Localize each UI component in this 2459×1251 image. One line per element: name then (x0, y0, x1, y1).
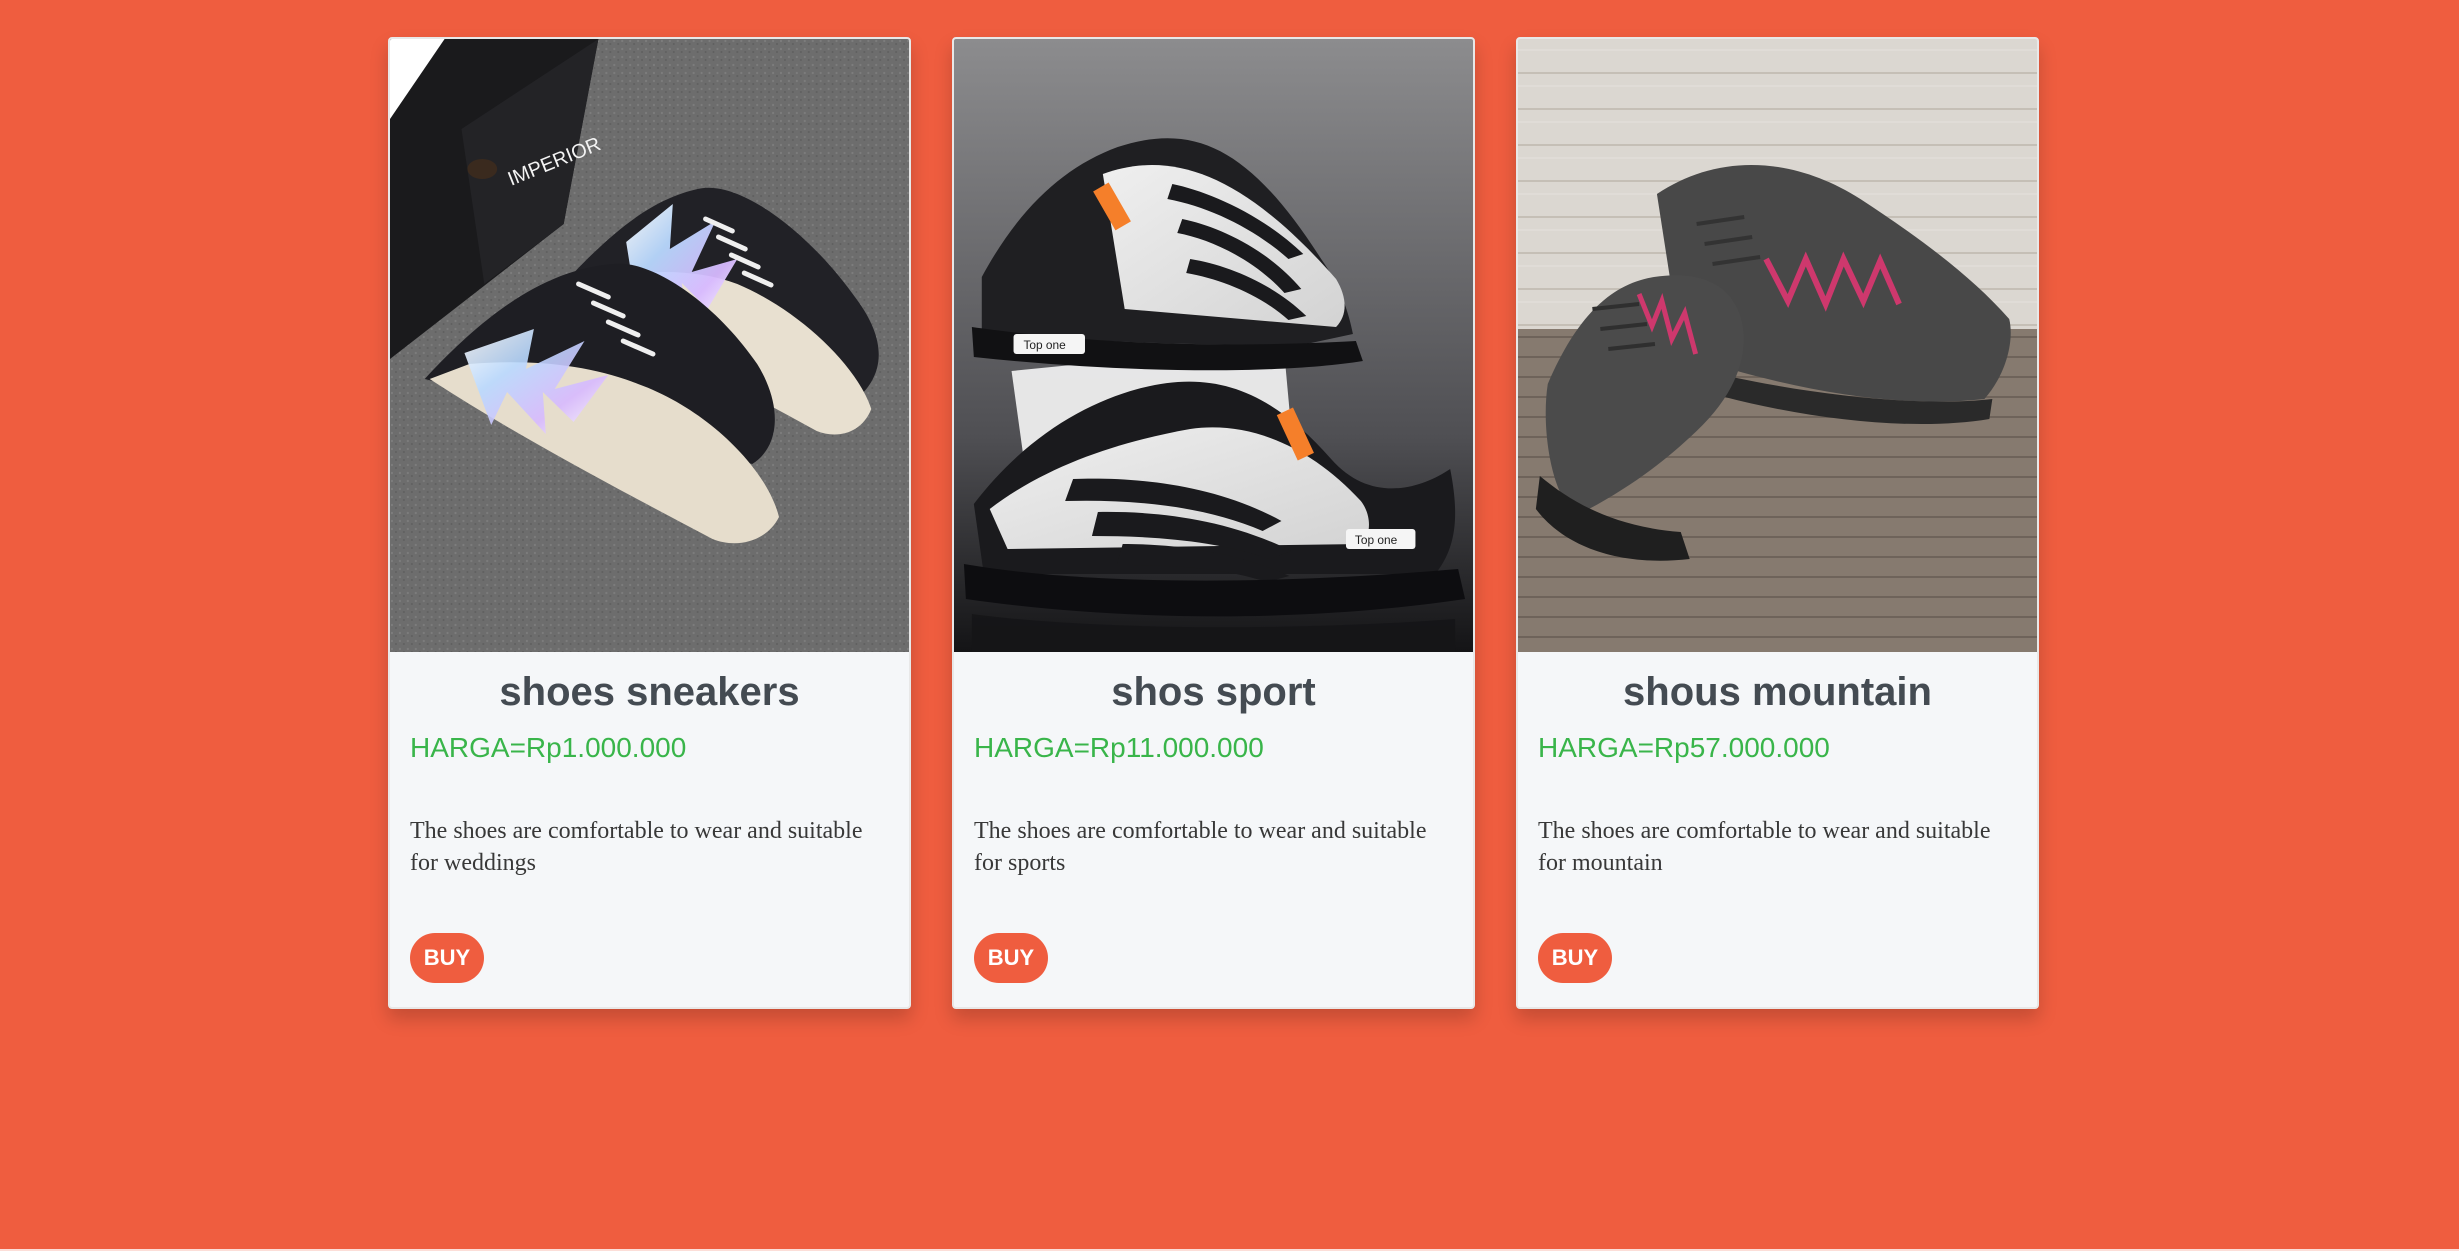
sport-shoe-photo: Top one Top one (954, 39, 1473, 652)
shoe-brand-label-top: Top one (1023, 338, 1066, 352)
product-description: The shoes are comfortable to wear and su… (410, 817, 863, 877)
product-title: shos sport (1111, 670, 1316, 714)
product-description: The shoes are comfortable to wear and su… (974, 817, 1427, 877)
product-price: HARGA=Rp11.000.000 (974, 732, 1264, 763)
product-image-shos-sport: Top one Top one (954, 39, 1473, 652)
product-image-shous-mountain (1518, 39, 2037, 652)
sneakers-photo: IMPERIOR (390, 39, 909, 652)
shoe-brand-label-bottom: Top one (1355, 533, 1398, 547)
product-price: HARGA=Rp1.000.000 (410, 732, 687, 763)
product-description: The shoes are comfortable to wear and su… (1538, 817, 1991, 877)
product-title: shous mountain (1623, 670, 1932, 714)
buy-button[interactable]: BUY (410, 933, 484, 983)
buy-button[interactable]: BUY (974, 933, 1048, 983)
product-card-shos-sport: Top one Top one shos sport HARGA=Rp11.00… (952, 37, 1475, 1009)
buy-button[interactable]: BUY (1538, 933, 1612, 983)
page-background: IMPERIOR shoes sneakers HARGA=Rp1.000.00… (0, 0, 2459, 1251)
product-price: HARGA=Rp57.000.000 (1538, 732, 1830, 763)
product-card-shous-mountain: shous mountain HARGA=Rp57.000.000 The sh… (1516, 37, 2039, 1009)
mountain-shoe-photo (1518, 39, 2037, 652)
product-title: shoes sneakers (499, 670, 800, 714)
product-card-shoes-sneakers: IMPERIOR shoes sneakers HARGA=Rp1.000.00… (388, 37, 911, 1009)
product-image-shoes-sneakers: IMPERIOR (390, 39, 909, 652)
